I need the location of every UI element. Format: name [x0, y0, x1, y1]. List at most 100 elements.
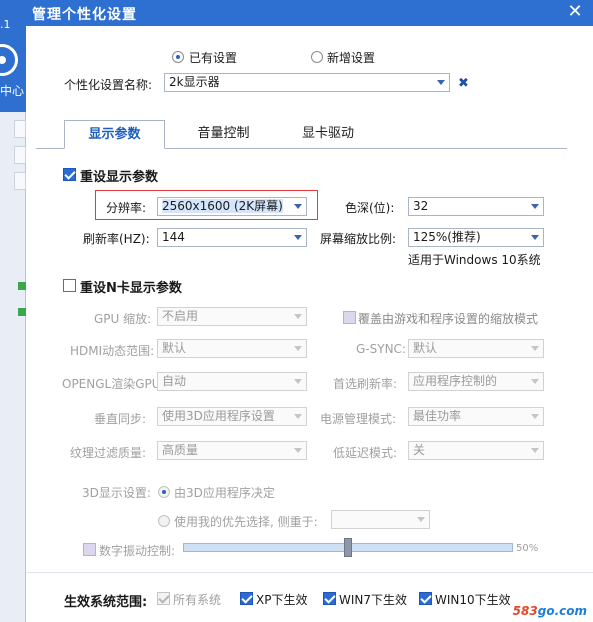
scope-label: 生效系统范围: [64, 595, 148, 610]
radio-new-settings[interactable] [311, 49, 323, 63]
background-row [14, 146, 26, 164]
hdmi-range-select[interactable]: 默认 [157, 339, 307, 358]
radio-off-icon [311, 50, 323, 63]
profile-name-select[interactable]: 2k显示器 [164, 73, 450, 92]
display-3d-label: 3D显示设置: [82, 486, 151, 500]
vibrance-checkbox[interactable] [83, 542, 96, 556]
radio-3d-my-preference[interactable] [158, 513, 170, 527]
scope-xp-checkbox[interactable] [240, 591, 253, 605]
scope-win10-checkbox[interactable] [419, 591, 432, 605]
chevron-down-icon [531, 204, 539, 209]
hdmi-range-label: HDMI动态范围: [70, 344, 155, 358]
chevron-down-icon [531, 346, 539, 351]
watermark-part-2: go.com [537, 604, 587, 618]
color-depth-select[interactable]: 32 [408, 197, 544, 216]
gsync-label: G-SYNC: [356, 342, 406, 356]
dialog-title: 管理个性化设置 [32, 7, 137, 23]
color-depth-label: 色深(位): [345, 201, 395, 215]
checkbox-disabled-icon [83, 543, 96, 556]
preferred-refresh-select[interactable]: 应用程序控制的 [408, 372, 544, 391]
dialog-title-bar[interactable]: 管理个性化设置 ✕ [26, 0, 593, 26]
chevron-down-icon [531, 379, 539, 384]
vibrance-value: 50% [516, 543, 539, 554]
gpu-scale-label: GPU 缩放: [94, 312, 152, 326]
color-depth-value: 32 [413, 199, 429, 213]
power-mode-select[interactable]: 最佳功率 [408, 407, 544, 426]
override-scaling-checkbox[interactable] [343, 310, 356, 324]
opengl-gpu-label: OPENGL渲染GPU: [62, 377, 165, 391]
override-scaling-label: 覆盖由游戏和程序设置的缩放模式 [358, 312, 539, 326]
chevron-down-icon [531, 448, 539, 453]
profile-name-label: 个性化设置名称: [64, 78, 153, 92]
checkbox-checked-icon [419, 592, 432, 605]
resolution-select[interactable]: 2560x1600 (2K屏幕) [157, 197, 307, 216]
gpu-scale-value: 不启用 [162, 309, 199, 323]
reset-display-checkbox[interactable] [63, 167, 76, 181]
chevron-down-icon [417, 517, 425, 522]
hdmi-range-value: 默认 [162, 341, 187, 355]
radio-existing-settings[interactable] [172, 49, 184, 63]
tab-display[interactable]: 显示参数 [64, 120, 165, 149]
display-3d-option-2: 使用我的优先选择, 侧重于: [174, 515, 318, 529]
gsync-value: 默认 [413, 341, 438, 355]
opengl-gpu-value: 自动 [162, 374, 187, 388]
new-settings-label: 新增设置 [327, 51, 376, 65]
existing-settings-label: 已有设置 [189, 51, 238, 65]
reset-display-label: 重设显示参数 [80, 170, 159, 185]
tab-gpu-driver[interactable]: 显卡驱动 [282, 120, 374, 149]
refresh-rate-label: 刷新率(HZ): [83, 232, 150, 246]
preferred-refresh-label: 首选刷新率: [333, 377, 398, 391]
close-icon[interactable]: ✕ [565, 2, 585, 22]
status-green-icon [18, 282, 26, 290]
gpu-scale-select[interactable]: 不启用 [157, 307, 307, 326]
watermark-logo: 583go.com [513, 604, 587, 618]
opengl-gpu-select[interactable]: 自动 [157, 372, 307, 391]
profile-name-value: 2k显示器 [169, 75, 220, 89]
low-latency-label: 低延迟模式: [333, 446, 398, 460]
delete-icon[interactable]: ✖ [458, 76, 469, 91]
chevron-down-icon [437, 80, 445, 85]
checkbox-checked-disabled-icon [157, 592, 170, 605]
scale-note: 适用于Windows 10系统 [408, 253, 541, 267]
scope-win7-checkbox[interactable] [323, 591, 336, 605]
scale-value: 125%(推荐) [413, 230, 481, 244]
power-mode-value: 最佳功率 [413, 409, 462, 423]
scale-label: 屏幕缩放比例: [320, 232, 397, 246]
chevron-down-icon [294, 346, 302, 351]
radio-on-icon [172, 50, 184, 63]
preferred-refresh-value: 应用程序控制的 [413, 374, 498, 388]
texture-quality-select[interactable]: 高质量 [157, 441, 307, 460]
reset-nv-checkbox[interactable] [63, 278, 76, 292]
background-center-text: 中心 [0, 84, 25, 98]
checkbox-disabled-icon [343, 311, 356, 324]
vibrance-slider-thumb[interactable] [344, 538, 352, 557]
low-latency-select[interactable]: 关 [408, 441, 544, 460]
chevron-down-icon [294, 314, 302, 319]
status-green-icon [18, 308, 26, 316]
chevron-down-icon [531, 414, 539, 419]
vsync-label: 垂直同步: [94, 412, 147, 426]
gsync-select[interactable]: 默认 [408, 339, 544, 358]
refresh-rate-select[interactable]: 144 [157, 228, 307, 247]
tab-volume[interactable]: 音量控制 [176, 120, 271, 149]
checkbox-checked-icon [323, 592, 336, 605]
display-3d-preference-select[interactable] [331, 510, 430, 529]
background-version-text: .1 [0, 18, 11, 31]
low-latency-value: 关 [413, 443, 426, 457]
vsync-select[interactable]: 使用3D应用程序设置 [157, 407, 307, 426]
scale-select[interactable]: 125%(推荐) [408, 228, 544, 247]
chevron-down-icon [294, 448, 302, 453]
checkbox-checked-icon [240, 592, 253, 605]
checkbox-unchecked-icon [63, 279, 76, 292]
scope-win7-label: WIN7下生效 [339, 593, 408, 607]
vibrance-label: 数字振动控制: [99, 544, 176, 558]
background-list [0, 112, 26, 622]
checkbox-checked-icon [63, 168, 76, 181]
scope-all-checkbox[interactable] [157, 591, 170, 605]
chevron-down-icon [294, 235, 302, 240]
chevron-down-icon [294, 414, 302, 419]
reset-nv-label: 重设N卡显示参数 [80, 281, 182, 296]
radio-3d-app-decide[interactable] [158, 484, 170, 498]
scope-xp-label: XP下生效 [256, 593, 308, 607]
resolution-value: 2560x1600 (2K屏幕) [162, 199, 283, 213]
